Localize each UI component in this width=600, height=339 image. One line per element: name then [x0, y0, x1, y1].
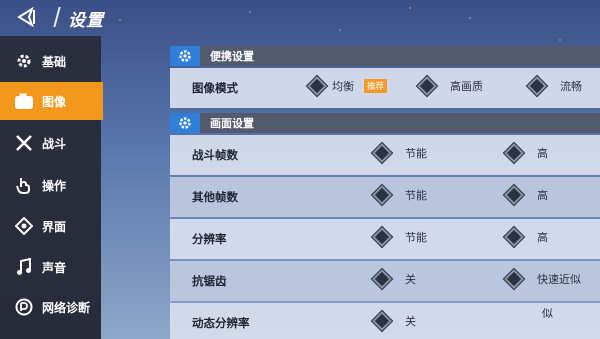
option-label: 节能 — [405, 231, 427, 244]
gear-icon — [170, 46, 200, 66]
option-label: 似 — [542, 307, 553, 320]
option-power-save[interactable]: 节能 — [372, 227, 427, 247]
option-fast-approx[interactable]: 快速近似 — [504, 269, 581, 289]
music-note-icon — [14, 257, 34, 277]
option-label: 高 — [537, 231, 548, 244]
setting-label: 战斗帧数 — [192, 148, 238, 162]
page-title: 设置 — [68, 11, 104, 31]
option-high[interactable]: 高 — [504, 143, 548, 163]
sidebar-item-label: 操作 — [42, 178, 67, 193]
back-button[interactable] — [14, 6, 42, 28]
setting-row-battle-fps: 战斗帧数 节能 高 — [170, 135, 600, 175]
network-icon — [14, 297, 34, 317]
section-header-convenient: 便携设置 — [170, 46, 600, 66]
setting-row-anti-aliasing: 抗锯齿 关 快速近似 — [170, 261, 600, 301]
sidebar-item-battle[interactable]: 战斗 — [0, 124, 101, 162]
sidebar-item-image[interactable]: 图像 — [0, 82, 103, 120]
radio-diamond-icon — [527, 76, 547, 96]
option-off[interactable]: 关 — [372, 269, 416, 289]
header-divider — [53, 7, 61, 27]
hand-pointer-icon — [14, 175, 34, 195]
setting-label: 分辨率 — [192, 232, 227, 246]
option-high-quality[interactable]: 高画质 — [417, 76, 483, 96]
section-header-picture: 画面设置 — [170, 113, 600, 133]
section-title: 便携设置 — [210, 50, 254, 63]
radio-diamond-icon — [504, 269, 524, 289]
sidebar-item-label: 基础 — [42, 54, 67, 69]
radio-diamond-icon — [372, 227, 392, 247]
sidebar-item-interface[interactable]: 界面 — [0, 207, 101, 245]
sidebar-item-label: 界面 — [42, 219, 67, 234]
option-label: 关 — [405, 273, 416, 286]
gear-icon — [14, 51, 34, 71]
setting-row-dynamic-resolution: 动态分辨率 关 似 — [170, 303, 600, 339]
setting-label: 其他帧数 — [192, 190, 238, 204]
sidebar-item-controls[interactable]: 操作 — [0, 166, 101, 204]
option-partial-text: 似 — [542, 305, 553, 321]
option-label: 均衡 — [332, 80, 354, 93]
setting-row-other-fps: 其他帧数 节能 高 — [170, 177, 600, 217]
option-balanced[interactable]: 均衡 推荐 — [307, 76, 388, 96]
radio-diamond-icon — [372, 143, 392, 163]
option-label: 快速近似 — [537, 273, 581, 286]
option-label: 流畅 — [560, 80, 582, 93]
radio-diamond-icon — [372, 311, 392, 331]
option-label: 高 — [537, 147, 548, 160]
diamond-arrows-icon — [14, 216, 34, 236]
option-smooth[interactable]: 流畅 — [527, 76, 582, 96]
radio-diamond-icon — [417, 76, 437, 96]
back-arrow-icon — [17, 7, 35, 27]
recommended-badge: 推荐 — [364, 79, 388, 93]
radio-diamond-icon — [372, 269, 392, 289]
header-bar: 设置 — [0, 0, 600, 36]
radio-diamond-icon — [372, 185, 392, 205]
setting-row-resolution: 分辨率 节能 高 — [170, 219, 600, 259]
option-label: 节能 — [405, 189, 427, 202]
option-high[interactable]: 高 — [504, 227, 548, 247]
option-label: 节能 — [405, 147, 427, 160]
sidebar-item-sound[interactable]: 声音 — [0, 248, 101, 286]
setting-label: 抗锯齿 — [192, 274, 227, 288]
sidebar-item-label: 图像 — [42, 94, 67, 109]
sidebar-item-basic[interactable]: 基础 — [0, 42, 101, 80]
setting-label: 图像模式 — [192, 81, 238, 95]
radio-diamond-icon — [504, 185, 524, 205]
sidebar-item-label: 战斗 — [42, 136, 67, 151]
radio-diamond-icon — [307, 76, 327, 96]
section-title: 画面设置 — [210, 117, 254, 130]
camera-icon — [14, 91, 34, 111]
radio-diamond-icon — [504, 143, 524, 163]
option-power-save[interactable]: 节能 — [372, 143, 427, 163]
gear-icon — [170, 113, 200, 133]
option-power-save[interactable]: 节能 — [372, 185, 427, 205]
radio-diamond-icon — [504, 227, 524, 247]
option-label: 关 — [405, 315, 416, 328]
sidebar-item-label: 网络诊断 — [42, 300, 91, 315]
option-label: 高画质 — [450, 80, 483, 93]
sidebar-item-network[interactable]: 网络诊断 — [0, 288, 101, 326]
option-label: 高 — [537, 189, 548, 202]
sidebar: 基础 图像 战斗 操作 界面 声音 网络诊断 — [0, 36, 103, 339]
sidebar-item-label: 声音 — [42, 260, 67, 275]
setting-label: 动态分辨率 — [192, 316, 250, 330]
crossed-swords-icon — [14, 133, 34, 153]
setting-row-image-mode: 图像模式 均衡 推荐 高画质 流畅 — [170, 68, 600, 108]
option-high[interactable]: 高 — [504, 185, 548, 205]
option-off[interactable]: 关 — [372, 311, 416, 331]
